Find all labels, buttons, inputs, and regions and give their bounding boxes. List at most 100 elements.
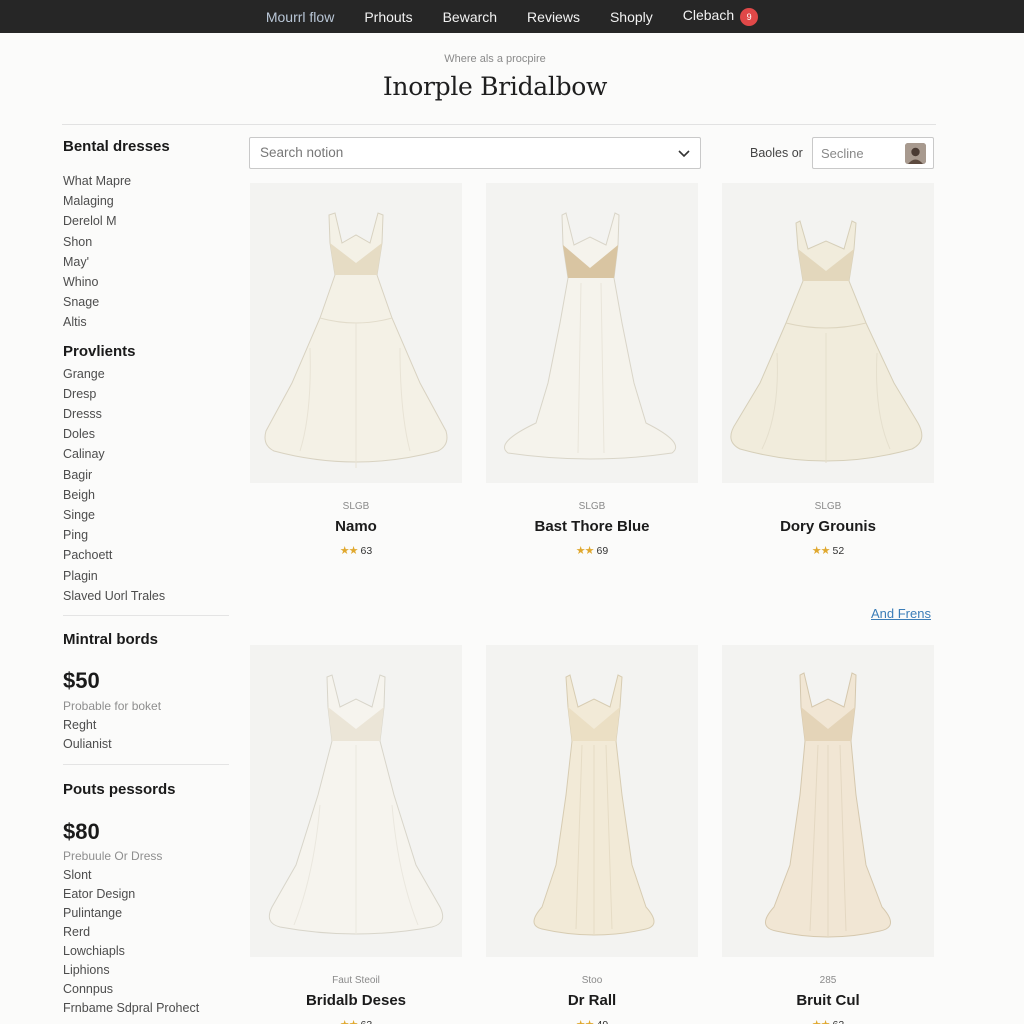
sidebar-link[interactable]: Reght <box>63 716 231 735</box>
product-name[interactable]: Bruit Cul <box>722 992 934 1009</box>
product-rating: ★★49 <box>486 1018 698 1024</box>
product-card-5[interactable]: Stoo Dr Rall ★★49 <box>486 645 698 1024</box>
product-photo[interactable] <box>250 183 462 483</box>
product-rating: ★★63 <box>250 544 462 557</box>
star-icon: ★★ <box>812 1019 831 1024</box>
product-photo[interactable] <box>486 645 698 957</box>
sidebar-link[interactable]: Ping <box>63 525 231 545</box>
sidebar-link[interactable]: Dresp <box>63 384 231 404</box>
sidebar-divider-2 <box>63 764 229 766</box>
sidebar-link[interactable]: What Mapre <box>63 171 231 191</box>
product-meta: SLGB <box>578 501 606 512</box>
sidebar-group-providers: Grange Dresp Dresss Doles Calinay Bagir Beigh S… <box>63 364 231 606</box>
sidebar-link[interactable]: Pachoett <box>63 545 231 565</box>
nav-item-5[interactable]: Shoply <box>595 9 668 25</box>
sidebar-link[interactable]: Derelol M <box>63 211 231 231</box>
product-rating: ★★ 52 <box>722 544 934 557</box>
product-meta: SLGB <box>814 501 842 512</box>
product-rating: ★★62 <box>722 1018 934 1024</box>
sidebar-link[interactable]: Plagin <box>63 566 231 586</box>
notification-badge[interactable]: 9 <box>740 7 759 26</box>
sidebar-link[interactable]: May' <box>63 252 231 272</box>
sidebar-link[interactable]: Bagir <box>63 465 231 485</box>
sidebar-link[interactable]: Dresss <box>63 404 231 424</box>
product-card-2[interactable]: SLGB Bast Thore Blue ★★ 69 <box>486 183 698 557</box>
search-input[interactable] <box>260 145 660 160</box>
product-card-6[interactable]: 285 Bruit Cul ★★62 <box>722 645 934 1024</box>
star-icon: ★★ <box>811 545 831 557</box>
nav-item-6-label: Clebach <box>682 7 735 24</box>
product-photo[interactable] <box>250 645 462 957</box>
product-rating: ★★ 69 <box>486 544 698 557</box>
product-name[interactable]: Bridalb Deses <box>250 992 462 1009</box>
sidebar-link[interactable]: Lowchiapls <box>63 942 231 961</box>
product-rating: ★★63 <box>250 1018 462 1024</box>
product-meta: 285 <box>819 975 837 986</box>
search-field[interactable] <box>249 137 701 169</box>
nav-item-2[interactable]: Prhouts <box>349 9 427 25</box>
sidebar-price-note: Probable for boket <box>63 699 162 714</box>
sidebar-link[interactable]: Slaved Uorl Trales <box>63 586 231 606</box>
product-card-3[interactable]: SLGB Dory Grounis ★★ 52 <box>722 183 934 557</box>
rating-value: 62 <box>833 1019 845 1024</box>
avatar-thumb-icon[interactable] <box>905 143 926 164</box>
sidebar-link[interactable]: Singe <box>63 505 231 525</box>
sidebar-link[interactable]: Calinay <box>63 444 231 464</box>
sidebar-link[interactable]: Rerd <box>63 923 231 942</box>
sidebar-link[interactable]: Grange <box>63 364 231 384</box>
sidebar-price-50: $50 <box>63 668 100 694</box>
sidebar-link[interactable]: Pulintange <box>63 904 231 923</box>
sidebar-link[interactable]: Slont <box>63 866 231 885</box>
section-field[interactable] <box>812 137 934 169</box>
sort-label[interactable]: Baoles or <box>750 146 803 160</box>
sidebar-link[interactable]: Liphions <box>63 961 231 980</box>
rating-value: 69 <box>596 545 609 557</box>
nav-item-6[interactable]: Clebach 9 <box>668 7 773 26</box>
sidebar-group-budget: Reght Oulianist <box>63 716 231 754</box>
sidebar-link[interactable]: Oulianist <box>63 735 231 754</box>
product-name[interactable]: Bast Thore Blue <box>486 518 698 535</box>
header-divider <box>62 124 936 125</box>
nav-item-4[interactable]: Reviews <box>512 9 595 25</box>
product-card-4[interactable]: Faut Steoil Bridalb Deses ★★63 <box>250 645 462 1024</box>
sidebar-link[interactable]: Altis <box>63 312 231 332</box>
nav-item-3[interactable]: Bewarch <box>428 9 512 25</box>
star-icon: ★★ <box>576 1019 595 1024</box>
sidebar-link[interactable]: Malaging <box>63 191 231 211</box>
rating-value: 63 <box>360 545 373 557</box>
sidebar: Bental dresses What Mapre Malaging Derelol… <box>63 138 231 1018</box>
sidebar-link[interactable]: Eator Design <box>63 885 231 904</box>
rating-value: 49 <box>597 1019 609 1024</box>
sidebar-link[interactable]: Whino <box>63 272 231 292</box>
sidebar-price-80: $80 <box>63 819 100 845</box>
sidebar-divider <box>63 615 229 617</box>
product-name[interactable]: Dory Grounis <box>722 518 934 535</box>
dress-image <box>533 674 655 936</box>
sidebar-link[interactable]: Connpus <box>63 980 231 999</box>
sidebar-link[interactable]: Doles <box>63 424 231 444</box>
sidebar-link[interactable]: Snage <box>63 292 231 312</box>
see-more-link[interactable]: And Frens <box>871 606 931 621</box>
sidebar-heading-posts: Pouts pessords <box>63 781 176 799</box>
product-name[interactable]: Namo <box>250 518 462 535</box>
nav-item-1[interactable]: Mourrl flow <box>251 9 349 25</box>
product-meta: Stoo <box>581 975 603 986</box>
section-input[interactable] <box>821 146 901 161</box>
rating-value: 63 <box>361 1019 373 1024</box>
product-meta: SLGB <box>342 501 370 512</box>
dress-image <box>765 672 891 938</box>
star-icon: ★★ <box>340 1019 359 1024</box>
sidebar-group-dresses: What Mapre Malaging Derelol M Shon May' Whino… <box>63 171 231 333</box>
product-name[interactable]: Dr Rall <box>486 992 698 1009</box>
sidebar-link[interactable]: Frnbame Sdpral Prohect <box>63 999 231 1018</box>
chevron-down-icon[interactable] <box>676 145 692 161</box>
sidebar-link[interactable]: Beigh <box>63 485 231 505</box>
sidebar-price-note-2: Prebuule Or Dress <box>63 849 163 864</box>
product-photo[interactable] <box>722 183 934 483</box>
product-card-1[interactable]: SLGB Namo ★★ 63 <box>250 183 462 557</box>
product-photo[interactable] <box>486 183 698 483</box>
top-nav: Mourrl flow Prhouts Bewarch Reviews Shop… <box>0 0 1024 33</box>
sidebar-heading-dresses: Bental dresses <box>63 138 170 155</box>
product-photo[interactable] <box>722 645 934 957</box>
sidebar-link[interactable]: Shon <box>63 232 231 252</box>
